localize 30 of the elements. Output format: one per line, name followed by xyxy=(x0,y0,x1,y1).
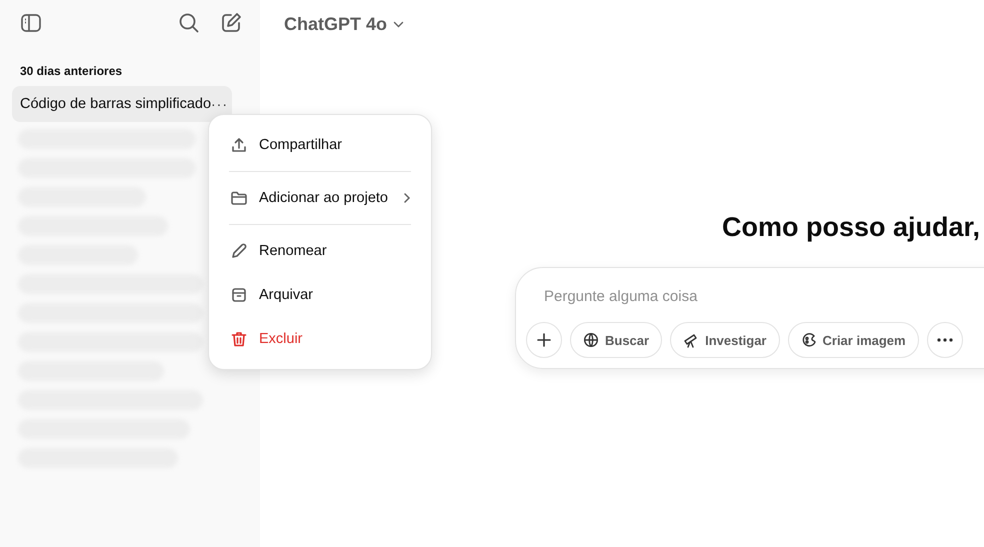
investigate-button[interactable]: Investigar xyxy=(670,322,780,358)
plus-icon xyxy=(536,332,552,348)
upload-icon xyxy=(230,136,248,154)
chat-item[interactable]: Código de barras simplificado··· xyxy=(12,86,232,122)
menu-item[interactable]: Adicionar ao projeto xyxy=(209,176,431,220)
palette-icon xyxy=(800,332,816,348)
more-icon xyxy=(936,338,953,342)
more-button[interactable]: ··· xyxy=(211,96,228,112)
menu-item[interactable]: Compartilhar xyxy=(209,123,431,167)
sidebar-toggle-icon[interactable] xyxy=(20,12,42,34)
chevron-down-icon xyxy=(393,20,404,28)
archive-box-icon xyxy=(230,286,248,304)
menu-item[interactable]: Renomear xyxy=(209,229,431,273)
section-title: 30 dias anteriores xyxy=(20,64,124,78)
globe-icon xyxy=(583,332,599,348)
pencil-icon xyxy=(230,242,248,260)
greeting-heading: Como posso ajudar, xyxy=(722,212,982,243)
model-selector[interactable]: ChatGPT 4o xyxy=(274,12,414,36)
menu-item[interactable]: Arquivar xyxy=(209,273,431,317)
add-button[interactable] xyxy=(526,322,562,358)
trash-icon xyxy=(230,330,248,348)
menu-item[interactable]: Excluir xyxy=(209,317,431,361)
search-icon[interactable] xyxy=(178,12,200,34)
more-tools-button[interactable] xyxy=(926,322,963,358)
search-button[interactable]: Buscar xyxy=(570,322,662,358)
create-image-button[interactable]: Criar imagem xyxy=(788,322,919,358)
new-chat-icon[interactable] xyxy=(220,12,242,34)
telescope-icon xyxy=(683,332,700,348)
chat-title: Código de barras simplificado xyxy=(20,96,212,112)
folder-icon xyxy=(230,189,248,207)
